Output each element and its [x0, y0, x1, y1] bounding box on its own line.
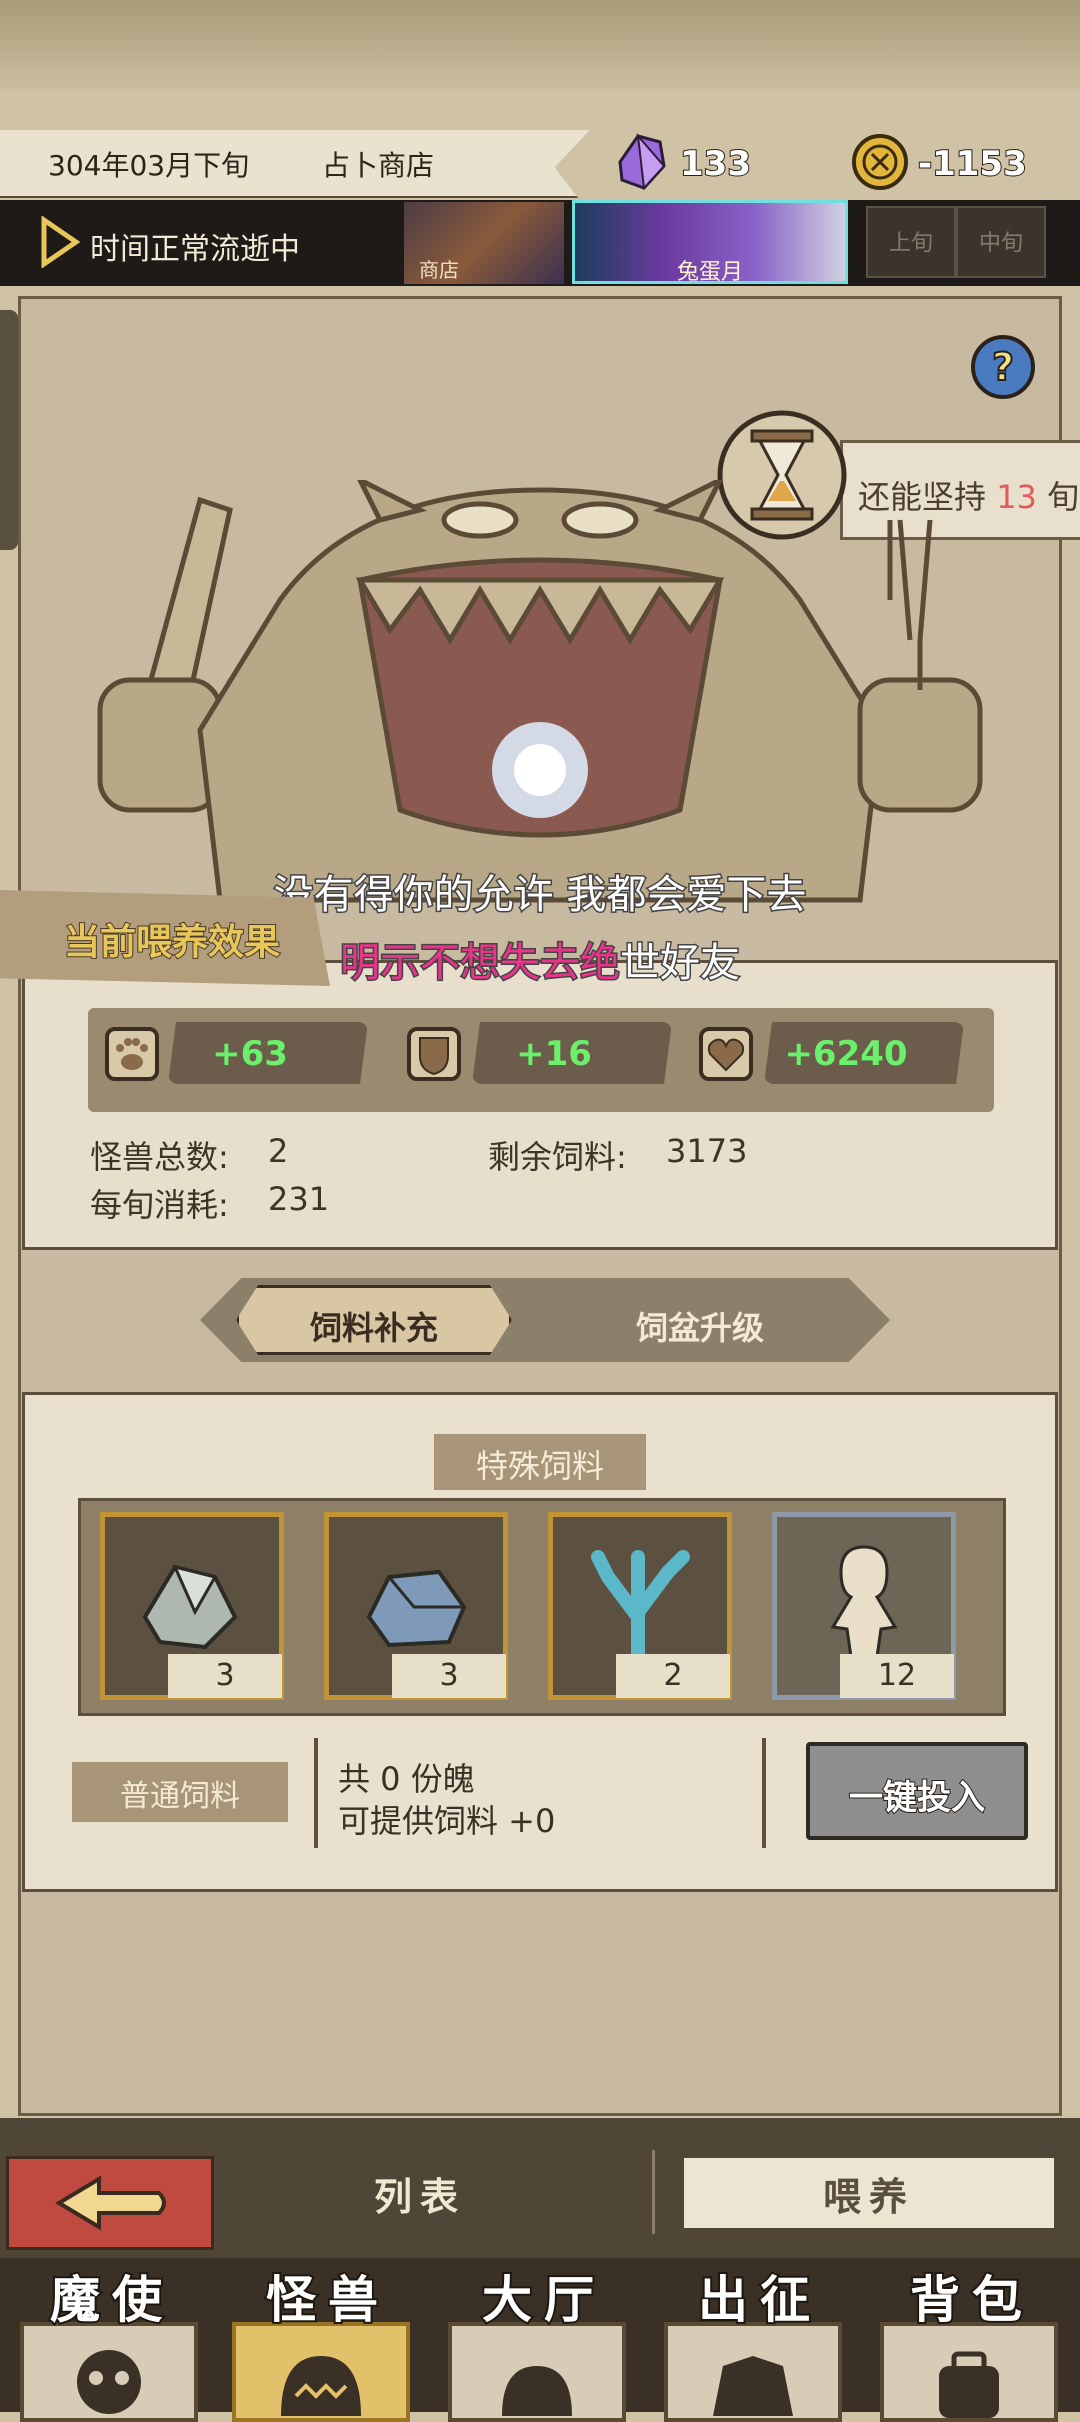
monster-count-label: 怪兽总数:: [90, 1138, 229, 1176]
time-status: 时间正常流逝中: [90, 232, 300, 267]
tab-feed-supply-label: 饲料补充: [309, 1309, 438, 1347]
demon-face-icon: [713, 2356, 793, 2416]
location-label: 占卜商店: [322, 149, 435, 182]
remaining-feed-label: 剩余饲料:: [488, 1138, 627, 1176]
bag-icon: [939, 2351, 999, 2418]
one-click-input-label: 一键投入: [848, 1777, 986, 1819]
tab-bowl-upgrade[interactable]: 饲盆升级: [560, 1303, 840, 1349]
consumption-label: 每旬消耗:: [90, 1186, 229, 1224]
nav-hall-button[interactable]: [448, 2322, 626, 2422]
nav-label-hall: 大厅: [480, 2269, 606, 2331]
gem-icon: [618, 132, 666, 191]
back-arrow-icon: [55, 2175, 166, 2231]
nav-label-bag: 背包: [908, 2269, 1034, 2331]
list-tab[interactable]: 列表: [300, 2166, 540, 2221]
remaining-feed: 3173: [666, 1132, 748, 1170]
special-feed-title: 特殊饲料: [475, 1447, 604, 1485]
lyric-line-2: 明示不想失去绝世好友: [339, 939, 742, 988]
gem-count: 133: [679, 143, 752, 185]
nav-skull-button[interactable]: [20, 2322, 198, 2422]
monster-icon: [281, 2356, 361, 2416]
nav-label-expedition: 出征: [696, 2269, 822, 2331]
soul-total: 共 0 份魄: [338, 1760, 475, 1798]
coin-count: -1153: [917, 143, 1028, 185]
nav-monster-button[interactable]: [232, 2322, 410, 2422]
stat-heart-value: +6240: [784, 1034, 908, 1074]
feed-item-soul-count: 12: [877, 1658, 917, 1693]
back-button[interactable]: [6, 2156, 214, 2250]
stat-paw-value: +63: [212, 1034, 288, 1074]
hall-icon: [502, 2366, 572, 2416]
top-decor: [0, 0, 1080, 90]
nav-expedition-button[interactable]: [664, 2322, 842, 2422]
event-thumbnail-label: 兔蛋月: [676, 260, 743, 285]
feed-item-stone-count: 3: [439, 1658, 459, 1693]
bottom-divider: [652, 2150, 655, 2234]
feed-item-coral-count: 2: [663, 1658, 683, 1693]
normal-feed-label: 普通饲料: [120, 1779, 240, 1814]
monster-count: 2: [268, 1132, 289, 1170]
svg-text:?: ?: [992, 345, 1014, 389]
feed-item-crystal-count: 3: [215, 1658, 235, 1693]
feed-tab-label: 喂养: [822, 2175, 915, 2219]
date-label: 304年03月下旬: [48, 149, 250, 182]
side-tab[interactable]: [0, 310, 18, 550]
play-icon[interactable]: [38, 216, 80, 268]
consumption-value: 231: [268, 1180, 330, 1218]
help-icon[interactable]: ?: [966, 330, 1040, 404]
skull-icon: [77, 2350, 141, 2414]
coin-icon: [852, 134, 908, 190]
stat-shield-value: +16: [516, 1034, 592, 1074]
shop-thumbnail-label: 商店: [419, 258, 459, 282]
nav-label-mage: 魔使: [48, 2269, 174, 2331]
nav-bag-button[interactable]: [880, 2322, 1058, 2422]
slot-mid[interactable]: 中旬: [956, 206, 1046, 278]
feed-provide: 可提供饲料 +0: [338, 1802, 556, 1840]
nav-label-monster: 怪兽: [264, 2269, 390, 2331]
slot-early[interactable]: 上旬: [866, 206, 956, 278]
